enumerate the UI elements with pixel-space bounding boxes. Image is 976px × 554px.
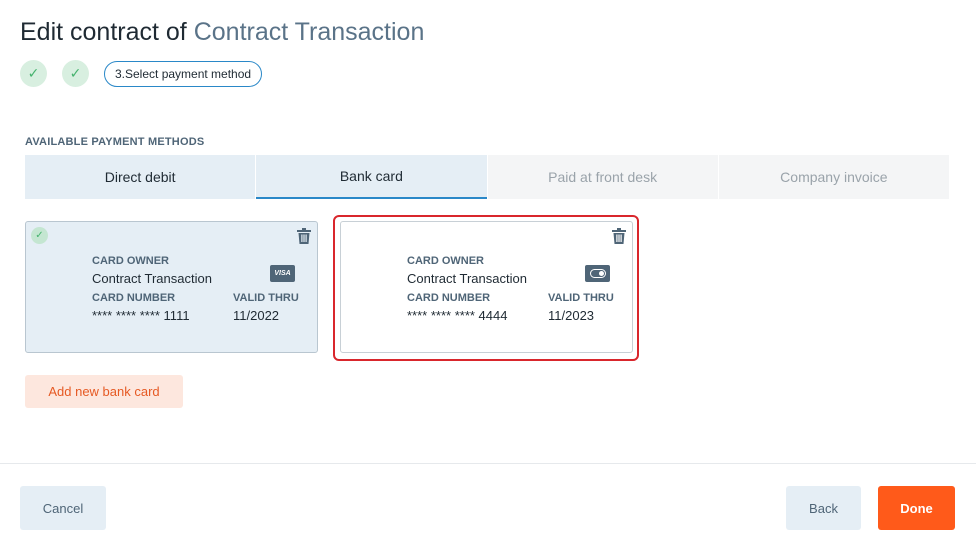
- card-owner-value: Contract Transaction: [92, 271, 212, 286]
- trash-icon[interactable]: [612, 228, 626, 244]
- contract-name: Contract Transaction: [193, 18, 425, 46]
- section-label: AVAILABLE PAYMENT METHODS: [25, 136, 205, 148]
- card-number-value: **** **** **** 4444: [407, 308, 508, 323]
- stepper: ✓ ✓ 3.Select payment method: [20, 60, 263, 87]
- step-2-checkmark-icon[interactable]: ✓: [62, 60, 89, 87]
- step-1-checkmark-icon[interactable]: ✓: [20, 60, 47, 87]
- done-button[interactable]: Done: [878, 486, 955, 530]
- step-3-current: 3.Select payment method: [104, 60, 263, 87]
- card-number-value: **** **** **** 1111: [92, 308, 190, 323]
- payment-method-tabs: Direct debit Bank card Paid at front des…: [25, 155, 949, 199]
- tab-direct-debit[interactable]: Direct debit: [25, 155, 256, 199]
- selected-checkmark-icon: ✓: [31, 227, 48, 244]
- visa-icon: VISA: [270, 265, 295, 282]
- card-brand-icon: [585, 265, 610, 282]
- card-number-label: CARD NUMBER: [92, 292, 176, 304]
- cancel-button[interactable]: Cancel: [20, 486, 106, 530]
- page-title: Edit contract of Contract Transaction: [20, 18, 424, 47]
- valid-thru-value: 11/2023: [548, 308, 595, 323]
- card-owner-value: Contract Transaction: [407, 271, 527, 286]
- card-number-label: CARD NUMBER: [407, 292, 491, 304]
- tab-company-invoice: Company invoice: [718, 155, 949, 199]
- valid-thru-label: VALID THRU: [548, 292, 614, 304]
- title-prefix: Edit contract of: [20, 18, 187, 46]
- back-button[interactable]: Back: [786, 486, 861, 530]
- footer-divider: [0, 463, 976, 464]
- card-owner-label: CARD OWNER: [92, 255, 169, 267]
- tab-paid-at-front-desk: Paid at front desk: [487, 155, 718, 199]
- trash-icon[interactable]: [297, 228, 311, 244]
- add-bank-card-button[interactable]: Add new bank card: [25, 375, 183, 408]
- valid-thru-label: VALID THRU: [233, 292, 299, 304]
- tab-bank-card[interactable]: Bank card: [256, 155, 487, 199]
- card-owner-label: CARD OWNER: [407, 255, 484, 267]
- valid-thru-value: 11/2022: [233, 308, 280, 323]
- bank-card-2[interactable]: CARD OWNER Contract Transaction CARD NUM…: [340, 221, 633, 353]
- bank-card-1[interactable]: ✓ CARD OWNER Contract Transaction VISA C…: [25, 221, 318, 353]
